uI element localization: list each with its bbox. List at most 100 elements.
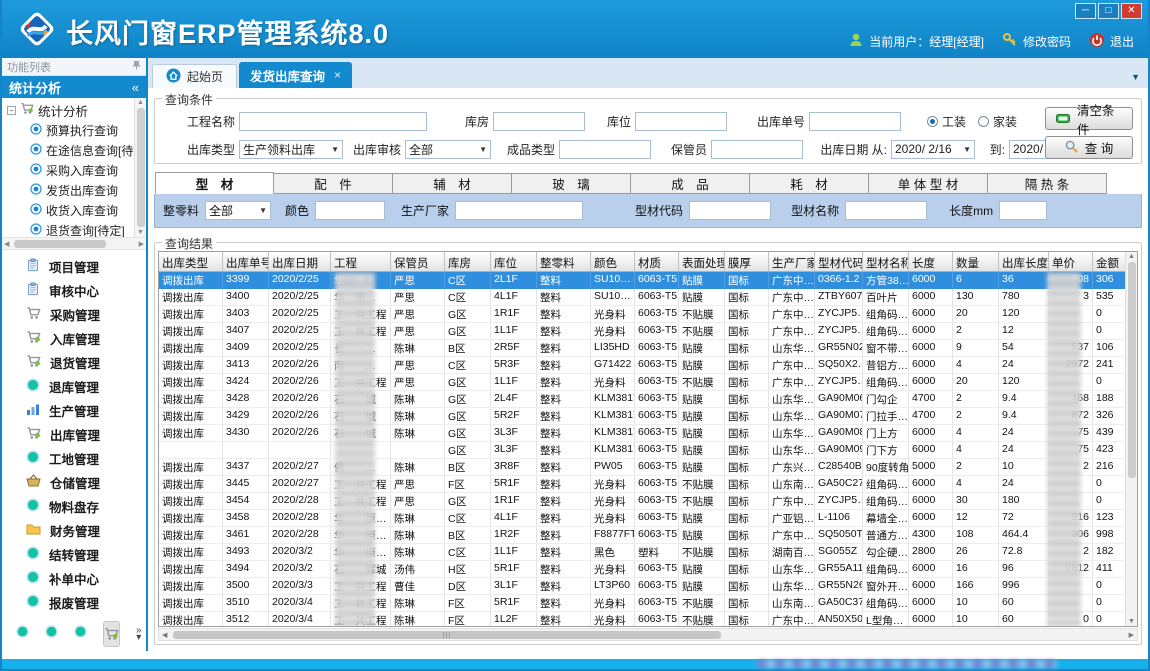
search-button[interactable]: 查 询: [1045, 136, 1133, 159]
column-header[interactable]: 表面处理: [679, 252, 725, 271]
tree-item-收货入库查询[interactable]: 收货入库查询: [2, 200, 146, 220]
sidebar-item-审核中心[interactable]: 审核中心: [2, 278, 146, 302]
tree-expander-icon[interactable]: −: [7, 106, 16, 115]
footer-dot-icon[interactable]: [74, 625, 87, 643]
column-header[interactable]: 保管员: [391, 252, 445, 271]
column-header[interactable]: 工程: [331, 252, 391, 271]
table-row[interactable]: 调拨出库34612020/2/28华 原…陈琳B区1R2F整料F8877FT60…: [159, 527, 1137, 544]
table-row[interactable]: 调拨出库35122020/3/4工 共工程陈琳F区1L2F整料光身料6063-T…: [159, 612, 1137, 626]
table-row[interactable]: 调拨出库34132020/2/26南 …严思C区5R3F整料G714226063…: [159, 357, 1137, 374]
footer-dot-icon[interactable]: [45, 625, 58, 643]
logout-button[interactable]: 退出: [1089, 32, 1134, 51]
table-row[interactable]: 调拨出库34372020/2/27佛 …陈琳B区3R8F整料PW056063-T…: [159, 459, 1137, 476]
column-header[interactable]: 颜色: [591, 252, 635, 271]
manufacturer-input[interactable]: [455, 201, 583, 220]
tree-item-在途信息查询[待[interactable]: 在途信息查询[待: [2, 140, 146, 160]
column-header[interactable]: 生产厂家: [769, 252, 815, 271]
profile-code-input[interactable]: [689, 201, 771, 220]
table-row[interactable]: 调拨出库33992020/2/25华 原…严思C区2L1F整料SU10…6063…: [159, 272, 1137, 289]
sidebar-item-入库管理[interactable]: 入库管理: [2, 326, 146, 350]
pin-icon[interactable]: [132, 60, 141, 73]
material-tab-玻璃[interactable]: 玻 璃: [512, 173, 631, 194]
table-row[interactable]: 调拨出库34282020/2/26石 城陈琳G区2L4F整料KLM3817606…: [159, 391, 1137, 408]
grid-horizontal-scrollbar[interactable]: ◀▶: [158, 628, 1138, 641]
material-tab-配件[interactable]: 配 件: [274, 173, 393, 194]
table-row[interactable]: 调拨出库34092020/2/25长 …陈琳B区2R5F整料LI35HD6063…: [159, 340, 1137, 357]
tab-home[interactable]: 起始页: [152, 64, 237, 88]
sidebar-item-财务管理[interactable]: 财务管理: [2, 518, 146, 542]
table-row[interactable]: 调拨出库34542020/2/28工 共工程严思G区1R1F整料光身料6063-…: [159, 493, 1137, 510]
column-header[interactable]: 出库单号: [223, 252, 269, 271]
collapse-icon[interactable]: «: [132, 80, 139, 95]
date-from-picker[interactable]: 2020/ 2/16▼: [891, 140, 975, 159]
tree-item-退货查询[待定][interactable]: 退货查询[待定]: [2, 220, 146, 238]
clear-conditions-button[interactable]: 清空条件: [1045, 107, 1133, 130]
material-tab-辅材[interactable]: 辅 材: [393, 173, 512, 194]
column-header[interactable]: 型材名称: [863, 252, 909, 271]
tree-item-发货出库查询[interactable]: 发货出库查询: [2, 180, 146, 200]
sidebar-item-退货管理[interactable]: 退货管理: [2, 350, 146, 374]
table-row[interactable]: 调拨出库34302020/2/26石 城陈琳G区3L3F整料KLM3817606…: [159, 425, 1137, 442]
color-input[interactable]: [315, 201, 385, 220]
table-row[interactable]: 调拨出库35002020/3/3工 共工程曹佳D区3L1F整料LT3P60606…: [159, 578, 1137, 595]
product-type-input[interactable]: [559, 140, 651, 159]
table-row[interactable]: 调拨出库34002020/2/25华 原…严思C区4L1F整料SU10…6063…: [159, 289, 1137, 306]
column-header[interactable]: 库位: [491, 252, 537, 271]
table-row[interactable]: 调拨出库34932020/3/2华 原…陈琳C区1L1F整料黑色塑料不贴膜国标湖…: [159, 544, 1137, 561]
sidebar-item-退库管理[interactable]: 退库管理: [2, 374, 146, 398]
tree-horizontal-scrollbar[interactable]: ◀▶: [2, 238, 146, 250]
table-row[interactable]: 调拨出库34452020/2/27工 共工程严思F区5R1F整料光身料6063-…: [159, 476, 1137, 493]
table-row[interactable]: 调拨出库34072020/2/25工 共工程严思G区1L1F整料光身料6063-…: [159, 323, 1137, 340]
sidebar-item-物料盘存[interactable]: 物料盘存: [2, 494, 146, 518]
table-row[interactable]: G区3L3F整料KLM38176063-T5贴膜国标山东华…GA90M09.门下…: [159, 442, 1137, 459]
tab-overflow-icon[interactable]: ▼: [1131, 72, 1140, 82]
tree-vertical-scrollbar[interactable]: ▲▼: [134, 98, 146, 237]
sidebar-item-出库管理[interactable]: 出库管理: [2, 422, 146, 446]
project-name-input[interactable]: [239, 112, 427, 131]
table-row[interactable]: 调拨出库34582020/2/28华 原…陈琳C区4L1F整料光身料6063-T…: [159, 510, 1137, 527]
minimize-button[interactable]: ─: [1075, 3, 1096, 19]
length-input[interactable]: [999, 201, 1047, 220]
grid-vertical-scrollbar[interactable]: ▲▼: [1125, 252, 1137, 626]
footer-dot-icon[interactable]: [16, 625, 29, 643]
column-header[interactable]: 膜厚: [725, 252, 769, 271]
column-header[interactable]: 型材代码: [815, 252, 863, 271]
sidebar-item-采购管理[interactable]: 采购管理: [2, 302, 146, 326]
tree-item-采购入库查询[interactable]: 采购入库查询: [2, 160, 146, 180]
column-header[interactable]: 出库长度: [999, 252, 1049, 271]
column-header[interactable]: 整零料: [537, 252, 591, 271]
sidebar-item-仓储管理[interactable]: 仓储管理: [2, 470, 146, 494]
column-header[interactable]: 金额: [1093, 252, 1125, 271]
footer-overflow-button[interactable]: »▾: [136, 627, 142, 641]
audit-select[interactable]: 全部▼: [405, 140, 491, 159]
sidebar-item-生产管理[interactable]: 生产管理: [2, 398, 146, 422]
column-header[interactable]: 出库日期: [269, 252, 331, 271]
keeper-input[interactable]: [711, 140, 803, 159]
tree-item-预算执行查询[interactable]: 预算执行查询: [2, 120, 146, 140]
sidebar-item-结转管理[interactable]: 结转管理: [2, 542, 146, 566]
order-no-input[interactable]: [809, 112, 901, 131]
material-tab-单体型材[interactable]: 单 体 型 材: [869, 173, 988, 194]
table-row[interactable]: 调拨出库34242020/2/26工 共工程严思G区1L1F整料光身料6063-…: [159, 374, 1137, 391]
column-header[interactable]: 数量: [953, 252, 999, 271]
sidebar-item-报废管理[interactable]: 报废管理: [2, 590, 146, 614]
radio-gongzhuang[interactable]: [927, 116, 938, 127]
column-header[interactable]: 出库类型: [159, 252, 223, 271]
column-header[interactable]: 长度: [909, 252, 953, 271]
tree-root[interactable]: − 统计分析: [2, 100, 146, 120]
footer-cart-button[interactable]: [103, 621, 120, 647]
table-row[interactable]: 调拨出库35102020/3/4工 共工程陈琳F区5R1F整料光身料6063-T…: [159, 595, 1137, 612]
material-tab-隔热条[interactable]: 隔 热 条: [988, 173, 1107, 194]
whole-part-select[interactable]: 全部▼: [205, 201, 271, 220]
change-password-button[interactable]: 修改密码: [1002, 32, 1071, 51]
close-button[interactable]: ✕: [1121, 3, 1142, 19]
column-header[interactable]: 材质: [635, 252, 679, 271]
table-row[interactable]: 调拨出库34942020/3/2石 辉城汤伟H区5R1F整料光身料6063-T5…: [159, 561, 1137, 578]
table-row[interactable]: 调拨出库34292020/2/26石 城陈琳G区5R2F整料KLM3817606…: [159, 408, 1137, 425]
sidebar-item-工地管理[interactable]: 工地管理: [2, 446, 146, 470]
material-tab-成品[interactable]: 成 品: [631, 173, 750, 194]
material-tab-耗材[interactable]: 耗 材: [750, 173, 869, 194]
tab-close-icon[interactable]: ×: [334, 68, 341, 82]
sidebar-item-补单中心[interactable]: 补单中心: [2, 566, 146, 590]
column-header[interactable]: 单价: [1049, 252, 1093, 271]
